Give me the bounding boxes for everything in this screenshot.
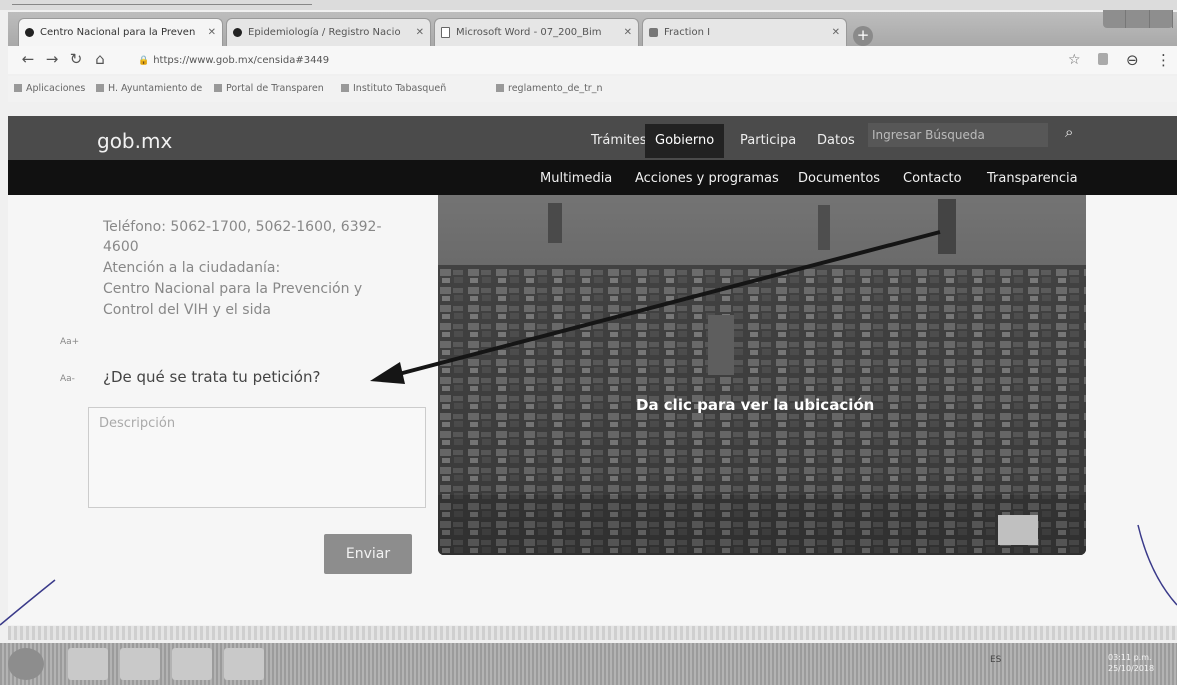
horizontal-scrollbar[interactable] [8,626,1177,640]
clock-time: 03:11 p.m. [1108,653,1152,662]
clock-date: 25/10/2018 [1108,664,1155,673]
start-button-icon[interactable] [8,648,44,680]
taskbar-clock[interactable]: 03:11 p.m. 25/10/2018 [1108,652,1154,674]
word-taskbar-icon[interactable] [172,648,212,680]
tray-language[interactable]: ES [990,655,1001,665]
arrowhead-icon [370,362,405,384]
explorer-taskbar-icon[interactable] [120,648,160,680]
acrobat-taskbar-icon[interactable] [224,648,264,680]
pen-mark [1137,524,1177,606]
annotation-arrow [394,230,941,377]
chrome-taskbar-icon[interactable] [68,648,108,680]
pen-mark [0,579,56,626]
annotation-overlay [0,230,1177,626]
